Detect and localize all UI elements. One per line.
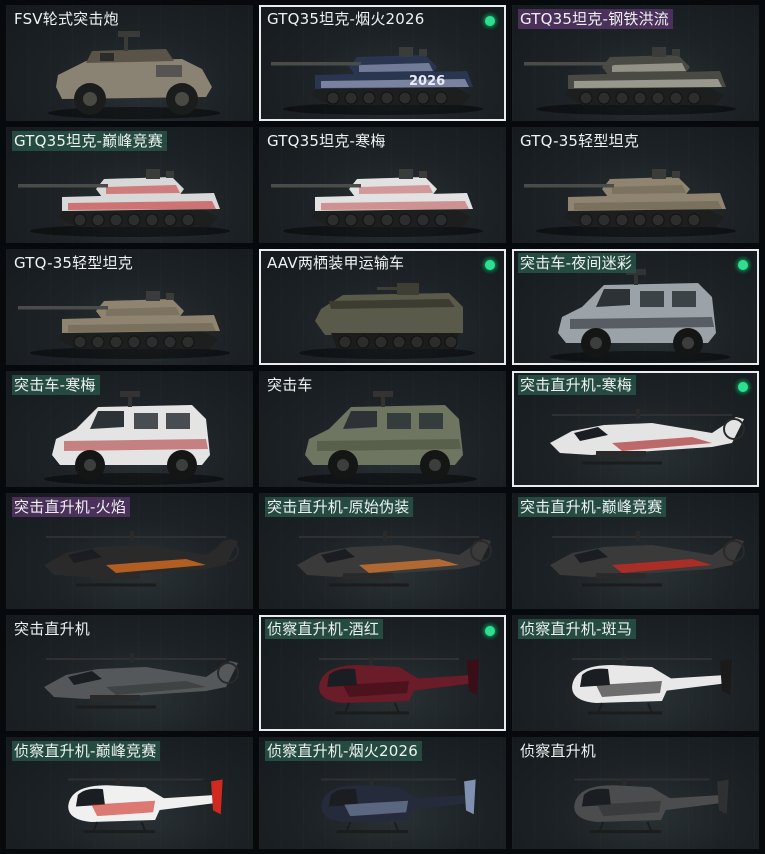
equipped-indicator-icon xyxy=(481,256,499,274)
equipped-indicator-icon xyxy=(481,622,499,640)
vehicle-skin-card[interactable]: GTQ-35轻型坦克 xyxy=(6,249,253,365)
vehicle-skin-card[interactable]: FSV轮式突击炮 xyxy=(6,5,253,121)
vehicle-skin-card[interactable]: 突击直升机-火焰 xyxy=(6,493,253,609)
vehicle-skin-card[interactable]: 突击直升机 xyxy=(6,615,253,731)
vehicle-skin-name: 侦察直升机 xyxy=(520,742,597,760)
vehicle-skin-name: GTQ-35轻型坦克 xyxy=(14,254,133,272)
vehicle-skin-name: 突击直升机-火焰 xyxy=(12,497,131,517)
vehicle-skin-name: GTQ35坦克-烟火2026 xyxy=(267,10,425,28)
vehicle-skin-card[interactable]: 侦察直升机-斑马 xyxy=(512,615,759,731)
vehicle-skin-name: AAV两栖装甲运输车 xyxy=(267,254,405,272)
vehicle-skin-name: 侦察直升机-烟火2026 xyxy=(265,741,422,761)
vehicle-skin-card[interactable]: 突击车 xyxy=(259,371,506,487)
vehicle-skin-card[interactable]: 侦察直升机-烟火2026 xyxy=(259,737,506,849)
vehicle-skin-card[interactable]: 突击直升机-寒梅 xyxy=(512,371,759,487)
vehicle-skin-name: 突击车-夜间迷彩 xyxy=(518,253,637,273)
vehicle-skin-card[interactable]: 2026 GTQ35坦克-烟火2026 xyxy=(259,5,506,121)
svg-text:2026: 2026 xyxy=(409,74,445,89)
vehicle-skin-card[interactable]: 侦察直升机-酒红 xyxy=(259,615,506,731)
vehicle-skin-name: 突击直升机-巅峰竞赛 xyxy=(518,497,667,517)
vehicle-skin-name: 突击车 xyxy=(267,376,313,394)
vehicle-skin-grid: FSV轮式突击炮 2026 GTQ35坦克-烟火2026 GTQ35坦克-钢铁洪流… xyxy=(0,0,765,854)
vehicle-skin-name: 突击直升机-寒梅 xyxy=(518,375,637,395)
vehicle-skin-name: 突击直升机-原始伪装 xyxy=(265,497,414,517)
vehicle-skin-card[interactable]: AAV两栖装甲运输车 xyxy=(259,249,506,365)
vehicle-skin-name: 突击车-寒梅 xyxy=(12,375,100,395)
equipped-indicator-icon xyxy=(481,12,499,30)
vehicle-skin-name: 侦察直升机-斑马 xyxy=(518,619,637,639)
vehicle-skin-name: GTQ-35轻型坦克 xyxy=(520,132,639,150)
vehicle-skin-card[interactable]: GTQ35坦克-寒梅 xyxy=(259,127,506,243)
equipped-indicator-icon xyxy=(734,378,752,396)
vehicle-skin-name: FSV轮式突击炮 xyxy=(14,10,119,28)
vehicle-skin-card[interactable]: 突击车-夜间迷彩 xyxy=(512,249,759,365)
vehicle-skin-card[interactable]: 突击直升机-原始伪装 xyxy=(259,493,506,609)
vehicle-skin-card[interactable]: 突击车-寒梅 xyxy=(6,371,253,487)
vehicle-skin-name: GTQ35坦克-钢铁洪流 xyxy=(518,9,673,29)
vehicle-skin-card[interactable]: 侦察直升机 xyxy=(512,737,759,849)
vehicle-skin-name: 侦察直升机-巅峰竞赛 xyxy=(12,741,161,761)
vehicle-skin-card[interactable]: GTQ35坦克-巅峰竞赛 xyxy=(6,127,253,243)
vehicle-skin-name: GTQ35坦克-寒梅 xyxy=(267,132,386,150)
equipped-indicator-icon xyxy=(734,256,752,274)
vehicle-skin-name: 侦察直升机-酒红 xyxy=(265,619,384,639)
vehicle-skin-card[interactable]: GTQ-35轻型坦克 xyxy=(512,127,759,243)
vehicle-skin-card[interactable]: 侦察直升机-巅峰竞赛 xyxy=(6,737,253,849)
vehicle-skin-name: 突击直升机 xyxy=(14,620,91,638)
vehicle-skin-card[interactable]: 突击直升机-巅峰竞赛 xyxy=(512,493,759,609)
vehicle-skin-card[interactable]: GTQ35坦克-钢铁洪流 xyxy=(512,5,759,121)
vehicle-skin-name: GTQ35坦克-巅峰竞赛 xyxy=(12,131,167,151)
